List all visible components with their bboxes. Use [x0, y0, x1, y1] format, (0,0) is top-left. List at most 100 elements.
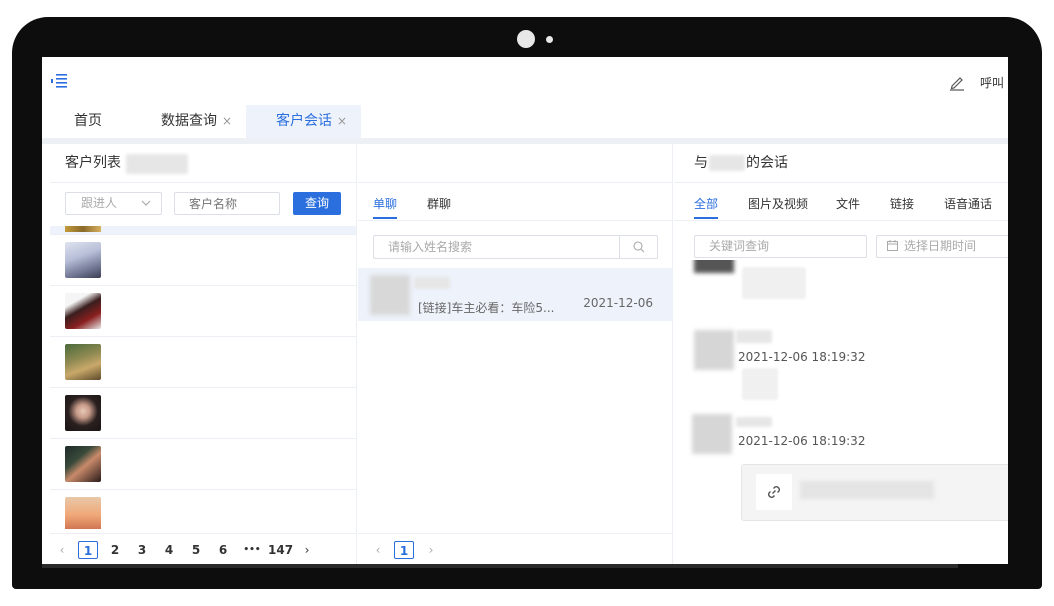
customer-list-header: 客户列表	[50, 144, 356, 183]
tab-data-query[interactable]: 数据查询 ×	[161, 105, 232, 138]
app-screen: 呼叫 首页 数据查询 × 客户会话 × 客户列表 跟进人 查询	[42, 57, 1008, 564]
camera-indicator	[546, 36, 553, 43]
search-icon	[633, 241, 645, 253]
pager-page-last[interactable]: 147	[268, 541, 293, 559]
camera-lens	[517, 30, 535, 48]
blurred-contact-name	[709, 155, 745, 171]
avatar	[65, 446, 101, 482]
keyword-search-placeholder: 关键词查询	[709, 239, 770, 253]
pager-next-icon[interactable]: ›	[302, 541, 312, 559]
edit-pen-icon[interactable]	[948, 73, 966, 91]
session-list-panel: 单聊 群聊 请输入姓名搜索 [链接]车主必看：车险5... 2021-12-06…	[358, 144, 673, 564]
follower-select-placeholder: 跟进人	[81, 196, 118, 210]
tab-images-videos[interactable]: 图片及视频	[748, 195, 808, 212]
message-time: 2021-12-06 18:19:32	[738, 434, 866, 448]
tab-files[interactable]: 文件	[836, 195, 860, 212]
customer-name-input[interactable]	[174, 192, 280, 215]
avatar	[692, 414, 732, 454]
pager-page-5[interactable]: 5	[190, 541, 202, 559]
session-panel-header	[358, 144, 672, 183]
calendar-icon	[887, 240, 898, 251]
customer-filter-row: 跟进人 查询	[50, 192, 356, 216]
tab-close-icon[interactable]: ×	[222, 114, 232, 128]
tab-voice-calls[interactable]: 语音通话	[944, 195, 992, 212]
pager-page-2[interactable]: 2	[109, 541, 121, 559]
blurred-count	[126, 154, 188, 174]
pager-page-3[interactable]: 3	[136, 541, 148, 559]
message-bubble	[742, 368, 778, 400]
list-item[interactable]	[50, 235, 356, 286]
tab-close-icon[interactable]: ×	[337, 114, 347, 128]
avatar	[65, 497, 101, 529]
query-button[interactable]: 查询	[293, 192, 341, 215]
tab-all[interactable]: 全部	[694, 195, 718, 212]
pager-next-icon[interactable]: ›	[426, 541, 436, 559]
message-time: 2021-12-06 18:19:32	[738, 350, 866, 364]
session-search-input[interactable]: 请输入姓名搜索	[373, 235, 658, 259]
chat-filter-tabs: 全部 图片及视频 文件 链接 语音通话	[674, 183, 1008, 221]
active-tab-indicator	[694, 217, 718, 219]
avatar	[65, 293, 101, 329]
tab-customer-session[interactable]: 客户会话 ×	[246, 105, 361, 138]
list-item[interactable]	[50, 490, 356, 529]
call-button[interactable]: 呼叫	[980, 74, 1004, 91]
active-tab-indicator	[373, 217, 397, 219]
blurred-sender-name	[736, 417, 772, 427]
avatar	[65, 344, 101, 380]
avatar	[65, 226, 101, 232]
blurred-sender-name	[736, 330, 772, 343]
tab-home-label: 首页	[74, 113, 102, 129]
avatar	[694, 260, 734, 273]
chat-panel: 与的会话 全部 图片及视频 文件 链接 语音通话 关键词查询 选择日期时间 20…	[674, 144, 1008, 564]
list-item[interactable]	[50, 286, 356, 337]
avatar	[370, 275, 410, 315]
screen-bottom-edge	[42, 564, 958, 568]
tab-home[interactable]: 首页	[74, 105, 102, 138]
list-item[interactable]	[50, 439, 356, 490]
link-icon-box	[756, 474, 792, 510]
tab-data-query-label: 数据查询	[161, 113, 217, 129]
blurred-contact-name	[414, 277, 450, 289]
message-bubble	[742, 267, 806, 299]
session-last-message: [链接]车主必看：车险5...	[418, 301, 555, 315]
tab-group-chat[interactable]: 群聊	[427, 195, 451, 212]
customer-list-panel: 客户列表 跟进人 查询	[50, 144, 357, 564]
chat-title-suffix: 的会话	[746, 155, 788, 171]
tab-single-chat[interactable]: 单聊	[373, 195, 397, 212]
customer-pagination: ‹ 1 2 3 4 5 6 ••• 147 ›	[50, 533, 356, 564]
avatar	[65, 395, 101, 431]
avatar	[65, 242, 101, 278]
search-button[interactable]	[619, 236, 657, 258]
session-search-placeholder: 请输入姓名搜索	[388, 240, 473, 254]
list-item[interactable]	[50, 226, 356, 235]
page-tabs: 首页 数据查询 × 客户会话 ×	[42, 105, 1008, 138]
keyword-search-input[interactable]: 关键词查询	[694, 235, 867, 258]
list-item[interactable]	[50, 388, 356, 439]
top-bar: 呼叫	[42, 57, 1008, 105]
link-message-card[interactable]	[741, 464, 1008, 521]
chevron-down-icon	[141, 200, 151, 206]
session-type-tabs: 单聊 群聊	[358, 183, 672, 221]
date-time-picker[interactable]: 选择日期时间	[876, 235, 1008, 258]
session-item[interactable]: [链接]车主必看：车险5... 2021-12-06	[358, 268, 673, 321]
avatar	[694, 330, 734, 370]
session-pagination: ‹ 1 ›	[358, 533, 673, 564]
follower-select[interactable]: 跟进人	[65, 192, 162, 215]
customer-list	[50, 226, 356, 529]
list-item[interactable]	[50, 337, 356, 388]
pager-page-1[interactable]: 1	[394, 541, 414, 559]
link-chain-icon	[768, 486, 780, 498]
customer-list-title: 客户列表	[65, 155, 121, 171]
pager-prev-icon[interactable]: ‹	[57, 541, 67, 559]
blurred-link-title	[800, 481, 934, 499]
tab-links[interactable]: 链接	[890, 195, 914, 212]
pager-page-1[interactable]: 1	[78, 541, 98, 559]
date-time-placeholder: 选择日期时间	[904, 239, 977, 253]
pager-page-6[interactable]: 6	[217, 541, 229, 559]
session-date: 2021-12-06	[583, 296, 653, 310]
pager-prev-icon[interactable]: ‹	[373, 541, 383, 559]
tab-customer-session-label: 客户会话	[276, 113, 332, 129]
menu-indent-icon[interactable]	[51, 74, 67, 88]
pager-page-4[interactable]: 4	[163, 541, 175, 559]
pager-ellipsis[interactable]: •••	[240, 541, 264, 559]
